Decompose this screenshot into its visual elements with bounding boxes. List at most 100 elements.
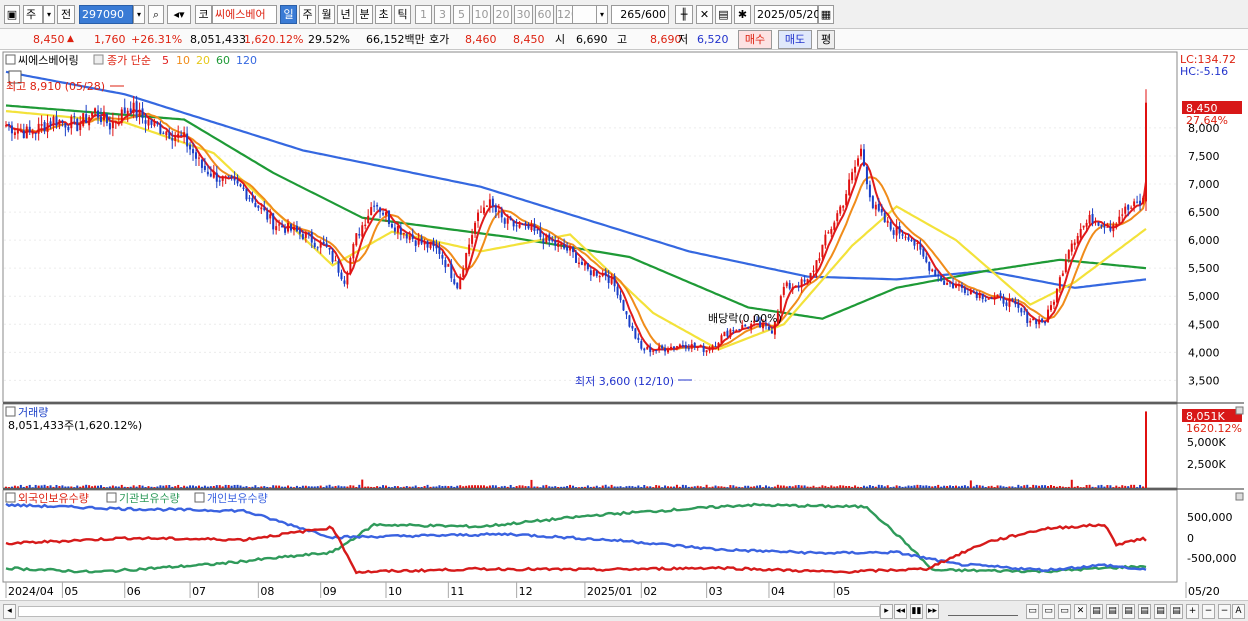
- period-tab-2[interactable]: 월: [318, 5, 335, 24]
- candle-body-229: [684, 345, 687, 349]
- volume-bar-55: [168, 485, 171, 488]
- code-input[interactable]: 297090: [79, 5, 133, 24]
- interval-dropdown-icon[interactable]: ▾: [596, 5, 608, 24]
- vol-tag-pct: 1620.12%: [1186, 422, 1242, 435]
- candle-body-36: [111, 121, 114, 129]
- volume-bar-255: [762, 487, 765, 488]
- eval-button[interactable]: 평: [817, 30, 835, 49]
- scrollbar[interactable]: ◂ ▸ ◂◂ ▮▮ ▸▸ ▭ ▭ ▭ ✕ ▤ ▤ ▤ ▤ ▤ ▤ + − − A: [0, 600, 1248, 621]
- zoom-slider[interactable]: [948, 607, 1018, 616]
- cross-icon[interactable]: ✕: [1074, 604, 1087, 619]
- tool-icon-3[interactable]: ▤: [1122, 604, 1135, 619]
- gear-icon[interactable]: ✱: [734, 5, 751, 24]
- candle-body-84: [254, 202, 257, 207]
- period-tab-4[interactable]: 분: [356, 5, 373, 24]
- volume-bar-84: [254, 485, 257, 488]
- candle-body-31: [97, 110, 100, 118]
- candle-body-274: [818, 258, 821, 261]
- hold-tick-neg: -500,000: [1187, 552, 1236, 565]
- candle-body-291: [868, 184, 871, 198]
- save-icon[interactable]: ▤: [715, 5, 732, 24]
- vol-close-icon[interactable]: [1235, 406, 1244, 415]
- volume-bar-249: [744, 485, 747, 488]
- volume-bar-117: [352, 485, 355, 488]
- candle-body-279: [833, 222, 836, 230]
- volume-bar-367: [1094, 487, 1097, 488]
- period-tab-3[interactable]: 년: [337, 5, 354, 24]
- candle-body-78: [236, 180, 239, 184]
- tool-icon-6[interactable]: ▤: [1170, 604, 1183, 619]
- period-tab-0[interactable]: 일: [280, 5, 297, 24]
- interval-tab-6[interactable]: 60: [535, 5, 554, 24]
- candle-body-170: [509, 218, 512, 220]
- zoom-out-icon[interactable]: −: [1202, 604, 1215, 619]
- sell-button[interactable]: 매도: [778, 30, 812, 49]
- legend-name: 씨에스베어링: [18, 54, 79, 67]
- buy-button[interactable]: 매수: [738, 30, 772, 49]
- volume-bar-113: [340, 486, 343, 488]
- candle-type-icon[interactable]: ╫: [675, 5, 693, 24]
- interval-tab-2[interactable]: 5: [453, 5, 470, 24]
- candle-body-4: [16, 130, 19, 134]
- interval-tab-0[interactable]: 1: [415, 5, 432, 24]
- period-tab-6[interactable]: 틱: [394, 5, 411, 24]
- volume-bar-138: [414, 485, 417, 488]
- candle-body-196: [586, 263, 589, 270]
- candle-body-32: [100, 116, 102, 123]
- volume-bar-239: [714, 485, 717, 488]
- view-icon-2[interactable]: ▭: [1042, 604, 1055, 619]
- period-tab-1[interactable]: 주: [299, 5, 316, 24]
- view-icon-3[interactable]: ▭: [1058, 604, 1071, 619]
- period-tab-5[interactable]: 초: [375, 5, 392, 24]
- volume-bar-216: [646, 486, 649, 488]
- volume-bar-356: [1061, 486, 1064, 488]
- interval-tab-4[interactable]: 20: [493, 5, 512, 24]
- tool-icon-1[interactable]: ▤: [1090, 604, 1103, 619]
- code-dropdown-icon[interactable]: ▾: [133, 5, 145, 24]
- vol-title: 거래량: [18, 406, 48, 419]
- minus-icon[interactable]: −: [1218, 604, 1231, 619]
- speaker-icon[interactable]: ◂▾: [167, 5, 191, 24]
- interval-tab-3[interactable]: 10: [472, 5, 491, 24]
- candle-body-180: [539, 229, 542, 238]
- volume-bar-375: [1118, 486, 1121, 488]
- candle-body-68: [206, 171, 209, 175]
- pause-icon[interactable]: ▮▮: [910, 604, 923, 619]
- volume-bar-124: [373, 487, 376, 488]
- volume-bar-207: [619, 486, 622, 488]
- tool-icon-2[interactable]: ▤: [1106, 604, 1119, 619]
- font-size-icon[interactable]: A: [1232, 604, 1245, 619]
- scroll-left-icon[interactable]: ◂: [3, 604, 16, 619]
- crosshair-icon[interactable]: ✕: [696, 5, 713, 24]
- hold-close-icon[interactable]: [1235, 492, 1244, 501]
- scroll-right-icon[interactable]: ▸: [880, 604, 893, 619]
- volume-bar-250: [747, 485, 750, 488]
- volume-bar-325: [969, 480, 972, 488]
- candle-body-308: [919, 244, 922, 250]
- layout-icon[interactable]: ▣: [4, 5, 20, 24]
- calendar-icon[interactable]: ▦: [818, 5, 834, 24]
- candle-body-167: [500, 212, 503, 218]
- volume-bar-380: [1133, 484, 1136, 488]
- search-icon[interactable]: ⌕: [148, 5, 164, 24]
- interval-tab-1[interactable]: 3: [434, 5, 451, 24]
- kind-label[interactable]: 코: [195, 5, 212, 24]
- market-dropdown-icon[interactable]: ▾: [43, 5, 55, 24]
- view-icon-1[interactable]: ▭: [1026, 604, 1039, 619]
- count-field[interactable]: 265/600: [611, 5, 669, 24]
- scroll-track[interactable]: [18, 606, 880, 617]
- tool-icon-4[interactable]: ▤: [1138, 604, 1151, 619]
- first-icon[interactable]: ◂◂: [894, 604, 907, 619]
- zoom-in-icon[interactable]: +: [1186, 604, 1199, 619]
- market-type-select[interactable]: 주: [23, 5, 43, 24]
- prev-button[interactable]: 전: [57, 5, 75, 24]
- volume-bar-1: [7, 487, 10, 488]
- stock-chart[interactable]: 8,0007,5007,0006,5006,0005,5005,0004,500…: [0, 50, 1248, 600]
- date-field[interactable]: 2025/05/20: [754, 5, 820, 24]
- last-icon[interactable]: ▸▸: [926, 604, 939, 619]
- volume-bar-107: [322, 487, 325, 488]
- low-label: 저: [678, 33, 689, 46]
- tool-icon-5[interactable]: ▤: [1154, 604, 1167, 619]
- interval-tab-5[interactable]: 30: [514, 5, 533, 24]
- candle-body-204: [610, 277, 613, 284]
